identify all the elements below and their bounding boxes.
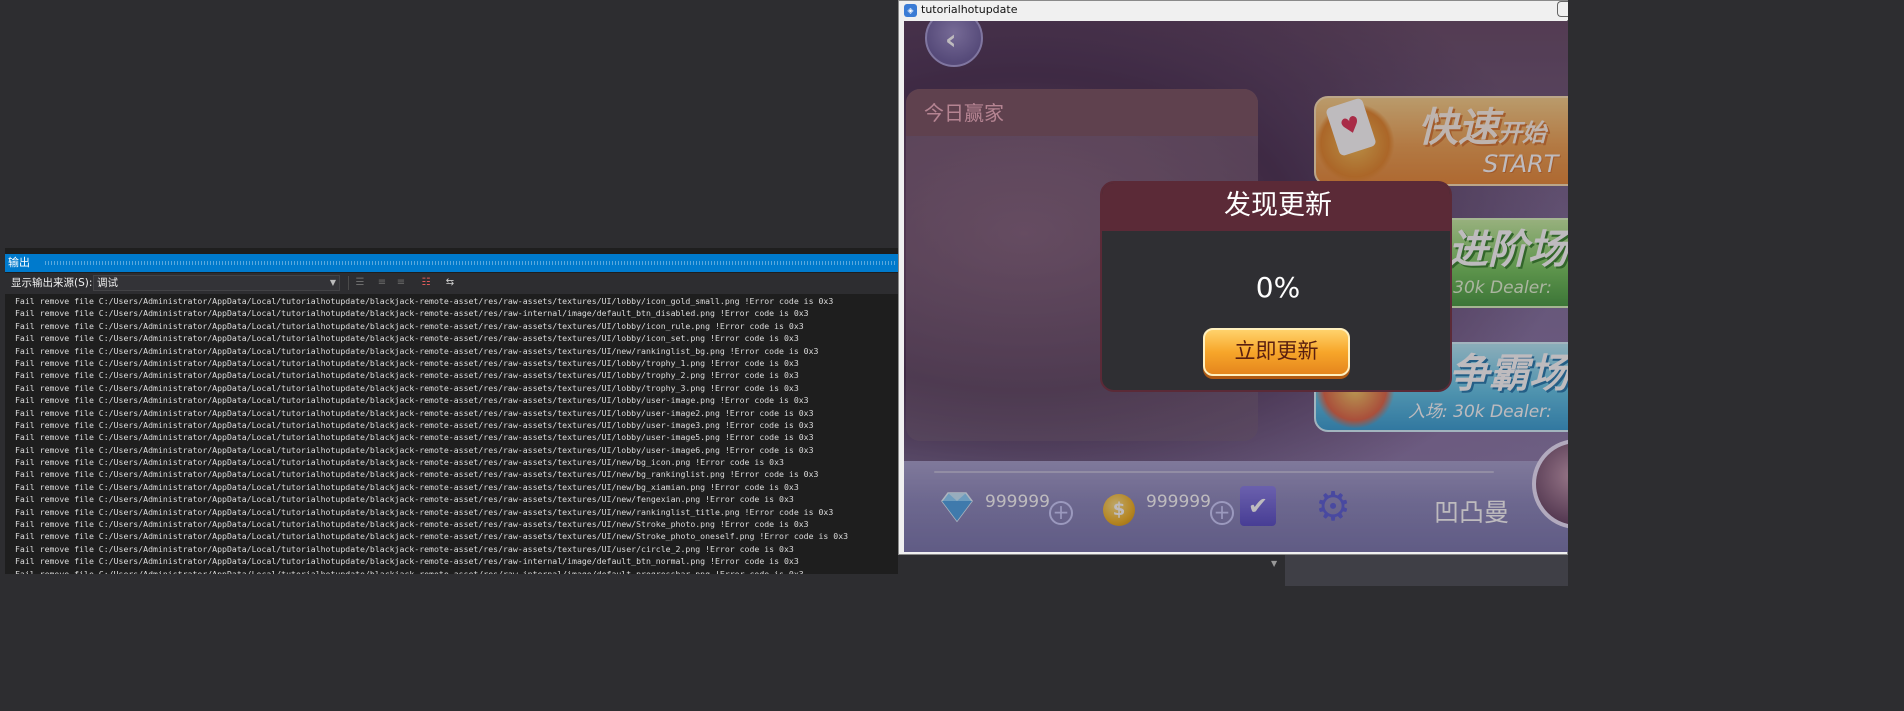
log-line: Fail remove file C:/Users/Administrator/…	[15, 469, 819, 480]
update-dialog: 发现更新 0% 立即更新	[1100, 181, 1452, 392]
log-line: Fail remove file C:/Users/Administrator/…	[15, 320, 804, 331]
clear-all-icon[interactable]: ☷	[419, 276, 433, 290]
log-line: Fail remove file C:/Users/Administrator/…	[15, 407, 814, 418]
log-line: Fail remove file C:/Users/Administrator/…	[15, 395, 809, 406]
output-source-select[interactable]: 调试 ▼	[93, 275, 340, 291]
update-dialog-title: 发现更新	[1224, 190, 1332, 221]
log-line: Fail remove file C:/Users/Administrator/…	[15, 457, 784, 468]
window-title: tutorialhotupdate	[921, 3, 1018, 16]
log-line: Fail remove file C:/Users/Administrator/…	[15, 333, 799, 344]
log-line: Fail remove file C:/Users/Administrator/…	[15, 556, 799, 567]
game-window: ◈ tutorialhotupdate ‹ 今日赢家 ♥ 快速开始 START	[898, 0, 1568, 555]
output-panel-title: 输出	[5, 254, 898, 272]
output-panel: 输出 显示输出来源(S): 调试 ▼ ☰ ≡ ≡ ☷ ⇆ Fail remove…	[5, 248, 898, 586]
window-titlebar[interactable]: ◈ tutorialhotupdate	[899, 1, 1568, 20]
horizontal-scrollbar[interactable]	[5, 574, 898, 586]
output-toolbar: 显示输出来源(S): 调试 ▼ ☰ ≡ ≡ ☷ ⇆	[5, 273, 898, 294]
update-dialog-header: 发现更新	[1102, 183, 1450, 231]
log-line: Fail remove file C:/Users/Administrator/…	[15, 308, 809, 319]
output-log[interactable]: Fail remove file C:/Users/Administrator/…	[5, 295, 898, 574]
log-line: Fail remove file C:/Users/Administrator/…	[15, 481, 799, 492]
toolbar-divider	[348, 276, 349, 290]
log-line: Fail remove file C:/Users/Administrator/…	[15, 494, 794, 505]
log-line: Fail remove file C:/Users/Administrator/…	[15, 543, 794, 554]
output-source-label: 显示输出来源(S):	[11, 277, 93, 289]
log-lines: Fail remove file C:/Users/Administrator/…	[15, 295, 848, 574]
find-message-icon[interactable]: ☰	[353, 276, 367, 290]
log-line: Fail remove file C:/Users/Administrator/…	[15, 296, 834, 306]
status-strip	[1285, 555, 1568, 586]
screen: { "output_panel": { "title": "输出", "sour…	[0, 0, 1568, 586]
log-line: Fail remove file C:/Users/Administrator/…	[15, 531, 849, 542]
update-progress-text: 0%	[1255, 271, 1301, 304]
update-now-button[interactable]: 立即更新	[1203, 328, 1350, 376]
app-icon: ◈	[904, 4, 917, 17]
word-wrap-icon[interactable]: ⇆	[443, 276, 457, 290]
log-line: Fail remove file C:/Users/Administrator/…	[15, 357, 799, 368]
window-control-button[interactable]	[1557, 1, 1568, 17]
log-line: Fail remove file C:/Users/Administrator/…	[15, 519, 809, 530]
output-source-value: 调试	[97, 277, 118, 289]
log-line: Fail remove file C:/Users/Administrator/…	[15, 370, 799, 381]
next-message-icon[interactable]: ≡	[394, 276, 408, 290]
log-line: Fail remove file C:/Users/Administrator/…	[15, 444, 814, 455]
scroll-down-button[interactable]: ▼	[1265, 555, 1285, 586]
game-scene: ‹ 今日赢家 ♥ 快速开始 START 进阶场 入场: 30k Dealer:	[904, 21, 1568, 552]
previous-message-icon[interactable]: ≡	[375, 276, 389, 290]
update-now-label: 立即更新	[1234, 339, 1319, 363]
log-line: Fail remove file C:/Users/Administrator/…	[15, 432, 814, 443]
log-line: Fail remove file C:/Users/Administrator/…	[15, 419, 814, 430]
log-line: Fail remove file C:/Users/Administrator/…	[15, 345, 819, 356]
chevron-down-icon: ▼	[329, 278, 336, 287]
log-line: Fail remove file C:/Users/Administrator/…	[15, 382, 799, 393]
log-line: Fail remove file C:/Users/Administrator/…	[15, 506, 834, 517]
chevron-down-icon: ▼	[1271, 559, 1278, 568]
